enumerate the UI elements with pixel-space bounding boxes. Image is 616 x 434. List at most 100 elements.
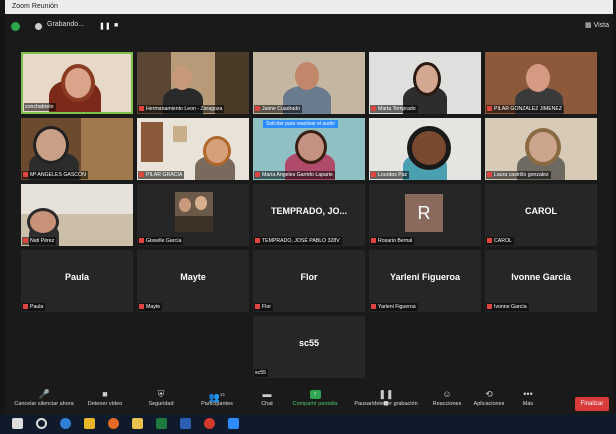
more-button[interactable]: ••• Más	[517, 389, 539, 408]
participant-name: Mayte	[138, 303, 163, 311]
participant-name: Laura castrillo gonzalez	[486, 171, 551, 179]
ellipsis-icon: •••	[523, 389, 533, 399]
participant-name: Nati Pérez	[22, 237, 57, 245]
muted-mic-icon	[23, 172, 28, 177]
participant-name: Flor	[254, 303, 273, 311]
muted-mic-icon	[487, 172, 492, 177]
muted-mic-icon	[371, 238, 376, 243]
video-tile[interactable]: PILAR GRACIA	[137, 118, 249, 180]
participant-display-name: Paula	[64, 272, 89, 282]
video-tile[interactable]: Laura castrillo gonzalez	[485, 118, 597, 180]
video-tile[interactable]: TEMPRADO, JO... TEMPRADO, JOSÉ PABLO 328…	[253, 184, 365, 246]
muted-mic-icon	[139, 304, 144, 309]
participant-name: Rosario Bernal	[370, 237, 415, 245]
unmute-request-banner[interactable]: Solicitar para reactivar el audio	[263, 120, 338, 128]
participant-display-name: CAROL	[525, 206, 557, 216]
video-tile[interactable]: sc55 sc55	[253, 316, 365, 378]
meeting-top-bar: Grabando... ❚❚ ■ ▦ Vista	[5, 14, 613, 40]
video-tile[interactable]: Paula Paula	[21, 250, 133, 312]
participants-count: 21	[220, 392, 226, 397]
participant-name: zonchabreto	[24, 103, 56, 111]
video-tile[interactable]: Gisselle García	[137, 184, 249, 246]
share-screen-icon: ↑	[309, 390, 321, 399]
video-tile[interactable]: Flor Flor	[253, 250, 365, 312]
windows-start-icon[interactable]	[12, 418, 23, 429]
participant-avatar: R	[405, 194, 443, 232]
reactions-button[interactable]: ☺ Reacciones	[429, 389, 465, 408]
participant-photo	[175, 192, 213, 232]
muted-mic-icon	[255, 304, 260, 309]
apps-icon: ⟲	[485, 389, 493, 399]
video-tile[interactable]: Hermanamiento Leon - Zaragoza	[137, 52, 249, 114]
file-explorer-icon[interactable]	[132, 418, 143, 429]
video-tile[interactable]: Solicitar para reactivar el audio María …	[253, 118, 365, 180]
muted-mic-icon	[371, 106, 376, 111]
view-button[interactable]: ▦ Vista	[585, 21, 609, 29]
participant-name: TEMPRADO, JOSÉ PABLO 328V	[254, 237, 342, 245]
search-icon[interactable]	[36, 418, 47, 429]
recording-dot-icon	[35, 23, 42, 30]
participant-name: Hermanamiento Leon - Zaragoza	[138, 105, 225, 113]
muted-mic-icon	[139, 238, 144, 243]
video-tile[interactable]: Jaime Cuadrado	[253, 52, 365, 114]
participant-display-name: Mayte	[180, 272, 206, 282]
video-tile[interactable]: CAROL CAROL	[485, 184, 597, 246]
apps-button[interactable]: ⟲ Aplicaciones	[469, 389, 509, 408]
participants-button[interactable]: 👥21 Participantes	[193, 390, 241, 407]
participant-display-name: Yarleni Figueroa	[389, 272, 461, 282]
participant-name: Jaime Cuadrado	[254, 105, 303, 113]
video-tile[interactable]: Lourdes Paz	[369, 118, 481, 180]
video-tile[interactable]: Nati Pérez	[21, 184, 133, 246]
participant-display-name: TEMPRADO, JO...	[270, 206, 347, 216]
video-tile[interactable]: Mª ANGELES GASCÓN	[21, 118, 133, 180]
smiley-icon: ☺	[442, 389, 452, 399]
participant-name: CAROL	[486, 237, 514, 245]
participant-name: Mª ANGELES GASCÓN	[22, 171, 88, 179]
video-tile[interactable]: Ivonne García Ivonne García	[485, 250, 597, 312]
window-title-bar: Zoom Reunión	[5, 0, 613, 14]
stop-video-button[interactable]: ■ Detener vídeo	[83, 389, 127, 408]
muted-mic-icon	[487, 304, 492, 309]
pdf-reader-icon[interactable]	[204, 418, 215, 429]
chat-button[interactable]: ▬ Chat	[255, 390, 279, 408]
video-camera-icon: ■	[102, 389, 108, 399]
share-screen-button[interactable]: ↑ Compartir pantalla	[287, 390, 343, 407]
encryption-shield-icon[interactable]	[11, 22, 20, 31]
security-button[interactable]: ⛨ Seguridad	[141, 389, 181, 408]
end-meeting-button[interactable]: Finalizar	[575, 397, 609, 411]
pause-stop-icon: ❚❚ ■	[378, 389, 394, 408]
video-tile[interactable]: Mayte Mayte	[137, 250, 249, 312]
video-tile[interactable]: Marta Temprado	[369, 52, 481, 114]
shield-icon: ⛨	[157, 389, 165, 399]
participant-display-name: Flor	[300, 272, 318, 282]
word-icon[interactable]	[180, 418, 191, 429]
pause-recording-button[interactable]: ❚❚	[99, 22, 111, 30]
view-label: Vista	[593, 22, 609, 29]
unmute-button[interactable]: 🎤 Cancelar silenciar ahora	[11, 389, 77, 408]
edge-browser-icon[interactable]	[60, 418, 71, 429]
participant-name: Ivonne García	[486, 303, 529, 311]
video-tile[interactable]: PILAR GONZALEZ JIMENEZ	[485, 52, 597, 114]
muted-mic-icon	[371, 304, 376, 309]
firefox-icon[interactable]	[108, 418, 119, 429]
muted-mic-icon	[487, 238, 492, 243]
participant-name: PILAR GRACIA	[138, 171, 185, 179]
excel-icon[interactable]	[156, 418, 167, 429]
chrome-icon[interactable]	[84, 418, 95, 429]
video-tile[interactable]: R Rosario Bernal	[369, 184, 481, 246]
participant-name: Marta Temprado	[370, 105, 418, 113]
gallery-grid: zonchabreto Hermanamiento Leon - Zaragoz…	[21, 52, 601, 382]
muted-mic-icon	[255, 238, 260, 243]
video-tile[interactable]: Yarleni Figueroa Yarleni Figueroa	[369, 250, 481, 312]
participant-name: PILAR GONZALEZ JIMENEZ	[486, 105, 565, 113]
video-tile[interactable]: zonchabreto	[21, 52, 133, 114]
stop-recording-button[interactable]: ■	[114, 22, 118, 29]
zoom-app-icon[interactable]	[228, 418, 239, 429]
muted-mic-icon	[255, 106, 260, 111]
zoom-window: Zoom Reunión Grabando... ❚❚ ■ ▦ Vista zo…	[5, 0, 613, 414]
recording-status: Grabando...	[47, 21, 84, 28]
microphone-icon: 🎤	[38, 389, 50, 399]
muted-mic-icon	[255, 172, 260, 177]
participants-icon: 👥21	[208, 392, 226, 402]
pause-stop-recording-button[interactable]: ❚❚ ■ Pausar/detener grabación	[349, 389, 423, 408]
